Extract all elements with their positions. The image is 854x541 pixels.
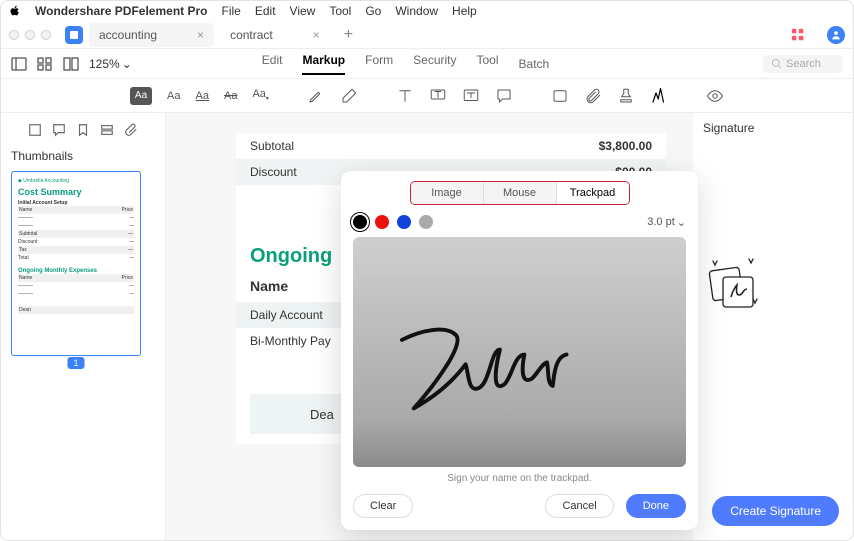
new-tab-button[interactable]: +: [336, 26, 361, 44]
tab-accounting[interactable]: accounting ×: [89, 23, 214, 47]
signature-tool-row: 3.0 pt ⌄: [353, 215, 686, 229]
seg-mouse[interactable]: Mouse: [483, 182, 556, 204]
tab-contract[interactable]: contract ×: [220, 23, 330, 47]
apps-icon[interactable]: [791, 28, 805, 42]
seg-image[interactable]: Image: [411, 182, 483, 204]
note-icon[interactable]: [495, 87, 513, 105]
close-icon[interactable]: ×: [197, 28, 204, 42]
app-name: Wondershare PDFelement Pro: [35, 4, 208, 18]
color-red[interactable]: [375, 215, 389, 229]
signature-stroke: [353, 237, 686, 462]
search-input[interactable]: Search: [763, 55, 843, 73]
text-underline[interactable]: Aa: [196, 90, 209, 102]
signature-hint: Sign your name on the trackpad.: [353, 473, 686, 484]
signature-dialog: Image Mouse Trackpad 3.0 pt ⌄ Sign your …: [341, 171, 698, 530]
mode-form[interactable]: Form: [365, 53, 393, 75]
layers-tab-icon[interactable]: [100, 123, 114, 137]
seg-trackpad[interactable]: Trackpad: [556, 182, 629, 204]
signature-icon[interactable]: [650, 87, 668, 105]
done-button[interactable]: Done: [626, 494, 686, 518]
highlighter-icon[interactable]: [307, 87, 325, 105]
system-menubar: Wondershare PDFelement Pro File Edit Vie…: [1, 1, 853, 21]
signature-canvas[interactable]: [353, 237, 686, 467]
text-box-icon[interactable]: [396, 87, 414, 105]
signature-panel: Signature: [693, 113, 853, 540]
color-black[interactable]: [353, 215, 367, 229]
traffic-lights[interactable]: [9, 30, 51, 40]
mode-tool[interactable]: Tool: [477, 53, 499, 75]
area-text-icon[interactable]: [462, 87, 480, 105]
attachments-tab-icon[interactable]: [124, 123, 138, 137]
mode-tabs: Edit Markup Form Security Tool Batch: [262, 53, 549, 75]
top-toolbar: 125%⌄ Edit Markup Form Security Tool Bat…: [1, 49, 853, 79]
signature-illustration: [703, 255, 763, 315]
eraser-icon[interactable]: [340, 87, 358, 105]
cancel-button[interactable]: Cancel: [545, 494, 613, 518]
zoom-dropdown[interactable]: 125%⌄: [89, 57, 132, 71]
tab-label: contract: [230, 28, 273, 42]
color-blue[interactable]: [397, 215, 411, 229]
menu-go[interactable]: Go: [365, 4, 381, 18]
left-panel-tabs: [11, 119, 155, 141]
two-page-icon[interactable]: [63, 56, 79, 72]
avatar[interactable]: [827, 26, 845, 44]
rectangle-icon[interactable]: [551, 87, 569, 105]
page-thumbnail[interactable]: ◆ Umbrella Accounting Cost Summary Initi…: [11, 171, 141, 356]
menu-window[interactable]: Window: [395, 4, 438, 18]
menu-tool[interactable]: Tool: [329, 4, 351, 18]
search-icon: [771, 58, 782, 69]
close-icon[interactable]: ×: [313, 28, 320, 42]
create-signature-button[interactable]: Create Signature: [712, 496, 839, 526]
stroke-width-dropdown[interactable]: 3.0 pt ⌄: [647, 216, 686, 229]
text-sub[interactable]: Aa▾: [252, 88, 268, 102]
markup-ribbon: Aa Aa Aa Aa Aa▾: [1, 79, 853, 113]
mode-batch[interactable]: Batch: [519, 53, 550, 75]
menu-help[interactable]: Help: [452, 4, 477, 18]
mode-edit[interactable]: Edit: [262, 53, 283, 75]
thumbnails-title: Thumbnails: [11, 149, 155, 163]
page-number-badge: 1: [67, 357, 84, 369]
text-strike[interactable]: Aa: [224, 90, 237, 102]
thumbnails-tab-icon[interactable]: [28, 123, 42, 137]
menu-view[interactable]: View: [290, 4, 316, 18]
menu-edit[interactable]: Edit: [255, 4, 276, 18]
text-style[interactable]: Aa: [167, 90, 180, 102]
mode-security[interactable]: Security: [413, 53, 456, 75]
mode-markup[interactable]: Markup: [302, 53, 345, 75]
signature-panel-title: Signature: [703, 121, 843, 135]
color-gray[interactable]: [419, 215, 433, 229]
text-style-active[interactable]: Aa: [130, 87, 152, 105]
thumbnails-panel: Thumbnails ◆ Umbrella Accounting Cost Su…: [1, 113, 166, 540]
stamp-icon[interactable]: [617, 87, 635, 105]
menu-file[interactable]: File: [222, 4, 241, 18]
apple-icon: [9, 5, 21, 17]
text-callout-icon[interactable]: [429, 87, 447, 105]
grid-view-icon[interactable]: [37, 56, 53, 72]
tab-label: accounting: [99, 28, 157, 42]
window-tabbar: accounting × contract × +: [1, 21, 853, 49]
comments-tab-icon[interactable]: [52, 123, 66, 137]
attachment-icon[interactable]: [584, 87, 602, 105]
subtotal-row: Subtotal$3,800.00: [236, 133, 666, 159]
bookmarks-tab-icon[interactable]: [76, 123, 90, 137]
panel-left-icon[interactable]: [11, 56, 27, 72]
app-logo: [65, 26, 83, 44]
eye-icon[interactable]: [706, 87, 724, 105]
clear-button[interactable]: Clear: [353, 494, 413, 518]
input-mode-segmented: Image Mouse Trackpad: [410, 181, 630, 205]
